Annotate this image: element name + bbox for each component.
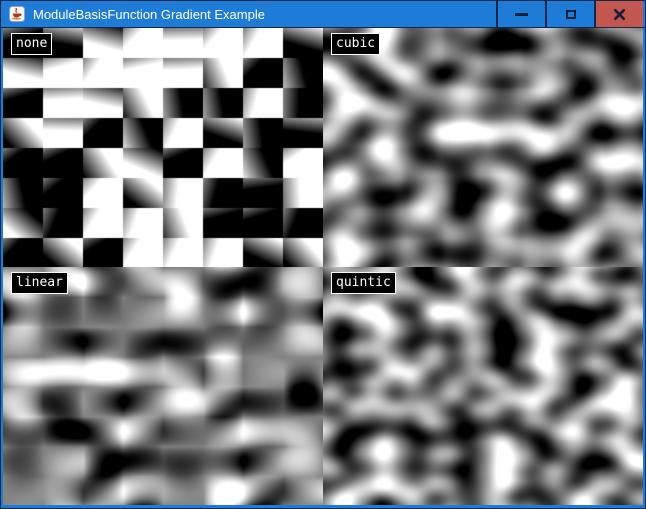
app-window: ModuleBasisFunction Gradient Example non… bbox=[0, 0, 646, 509]
quadrant-label-cubic: cubic bbox=[331, 33, 380, 55]
close-icon bbox=[613, 8, 626, 21]
window-controls bbox=[496, 1, 643, 27]
quadrant-cubic: cubic bbox=[323, 28, 643, 267]
minimize-button[interactable] bbox=[496, 1, 545, 27]
noise-canvas-none bbox=[3, 28, 323, 267]
close-button[interactable] bbox=[594, 1, 643, 27]
noise-panel: none cubic linear quintic bbox=[3, 28, 643, 505]
quadrant-none: none bbox=[3, 28, 323, 267]
title-bar[interactable]: ModuleBasisFunction Gradient Example bbox=[1, 1, 645, 28]
noise-canvas-cubic bbox=[323, 28, 643, 267]
maximize-icon bbox=[566, 10, 576, 19]
java-icon bbox=[9, 6, 25, 22]
minimize-icon bbox=[515, 13, 528, 16]
quadrant-label-quintic: quintic bbox=[331, 272, 396, 294]
noise-canvas-linear bbox=[3, 267, 323, 505]
maximize-button[interactable] bbox=[545, 1, 594, 27]
quadrant-label-none: none bbox=[11, 33, 52, 55]
noise-canvas-quintic bbox=[323, 267, 643, 505]
title-bar-left: ModuleBasisFunction Gradient Example bbox=[3, 1, 496, 27]
quadrant-label-linear: linear bbox=[11, 272, 68, 294]
quadrant-quintic: quintic bbox=[323, 267, 643, 505]
window-title: ModuleBasisFunction Gradient Example bbox=[33, 8, 265, 21]
quadrant-linear: linear bbox=[3, 267, 323, 505]
